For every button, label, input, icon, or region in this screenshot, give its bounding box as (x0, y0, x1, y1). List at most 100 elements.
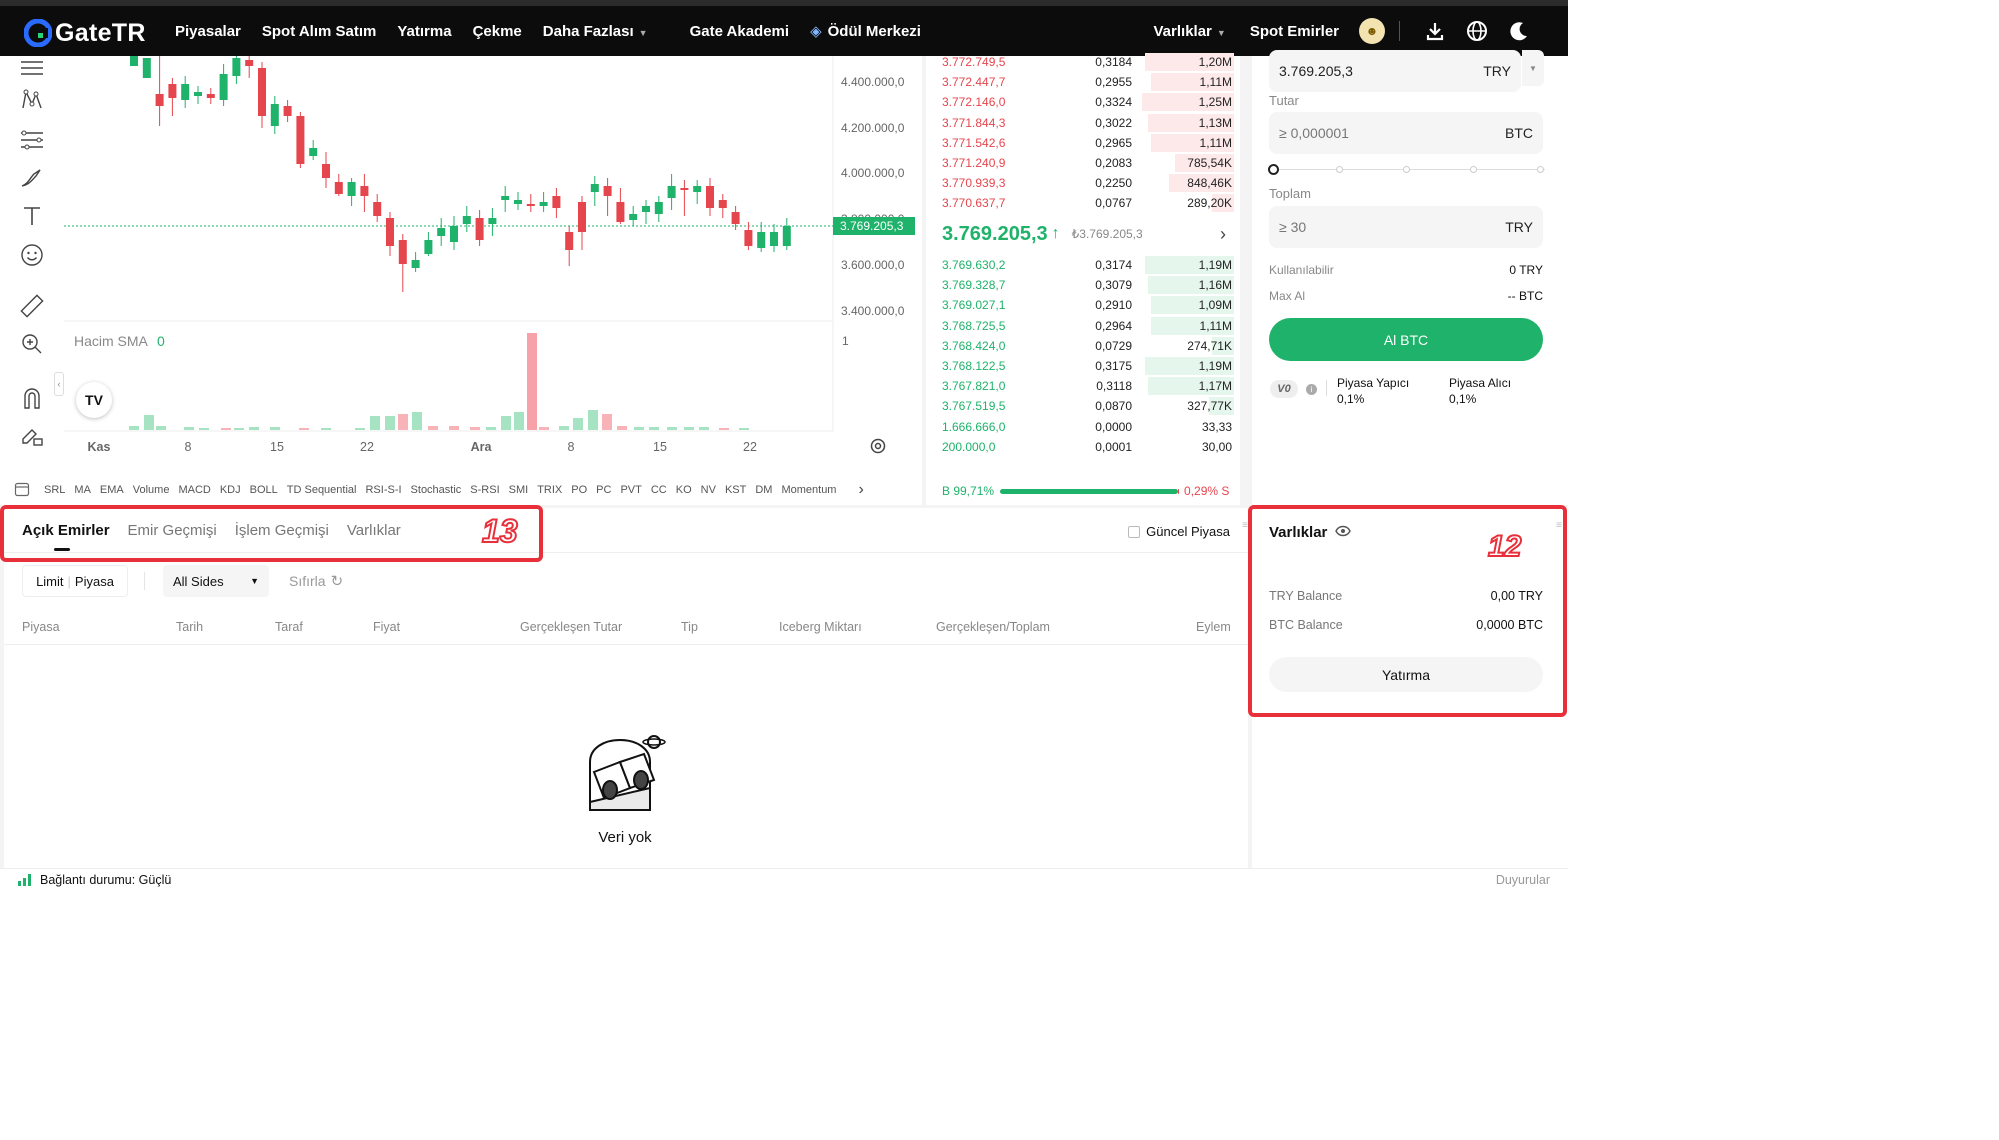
indicator-trix[interactable]: TRIX (537, 484, 562, 496)
zoom-in-icon[interactable] (18, 330, 46, 358)
slider-step[interactable] (1470, 166, 1477, 173)
indicator-pc[interactable]: PC (596, 484, 611, 496)
current-market-toggle[interactable]: Güncel Piyasa (1128, 524, 1230, 539)
indicator-cc[interactable]: CC (651, 484, 667, 496)
chart-settings-icon[interactable] (868, 436, 888, 456)
candle-body (270, 104, 279, 126)
ask-row[interactable]: 3.772.749,5 0,3184 1,20M (926, 52, 1234, 72)
bid-row[interactable]: 3.768.122,5 0,3175 1,19M (926, 356, 1234, 376)
candlestick-chart[interactable]: 4.400.000,04.200.000,04.000.000,03.800.0… (64, 56, 922, 476)
indicator-volume[interactable]: Volume (133, 484, 170, 496)
sides-select[interactable]: All Sides ▼ (163, 565, 269, 597)
indicator-kst[interactable]: KST (725, 484, 746, 496)
nav-markets[interactable]: Piyasalar (175, 23, 241, 40)
menu-lines-icon[interactable] (18, 54, 46, 82)
indicator-po[interactable]: PO (571, 484, 587, 496)
fib-tool-icon[interactable] (18, 126, 46, 154)
last-price-row[interactable]: 3.769.205,3 ↑ ₺3.769.205,3 › (942, 219, 1236, 249)
ask-row[interactable]: 3.770.939,3 0,2250 848,46K (926, 173, 1234, 193)
indicator-dm[interactable]: DM (755, 484, 772, 496)
nav-academy[interactable]: Gate Akademi (690, 23, 790, 40)
globe-icon[interactable] (1466, 20, 1488, 42)
bid-row[interactable]: 3.767.519,5 0,0870 327,77K (926, 396, 1234, 416)
order-amount: 0,3184 (1095, 55, 1132, 69)
collapse-toolbar-handle[interactable]: ‹ (54, 372, 64, 396)
indicator-stochastic[interactable]: Stochastic (411, 484, 462, 496)
indicator-td-sequential[interactable]: TD Sequential (287, 484, 357, 496)
bid-row[interactable]: 1.666.666,0 0,0000 33,33 (926, 417, 1234, 437)
avatar[interactable]: ☻ (1359, 18, 1385, 44)
slider-step[interactable] (1403, 166, 1410, 173)
bid-row[interactable]: 3.767.821,0 0,3118 1,17M (926, 376, 1234, 396)
bid-row[interactable]: 3.768.725,5 0,2964 1,11M (926, 316, 1234, 336)
announcements-link[interactable]: Duyurular (1496, 873, 1550, 887)
order-type-filter[interactable]: Limit | Piyasa (22, 565, 128, 597)
indicator-kdj[interactable]: KDJ (220, 484, 241, 496)
indicator-rsi-s-i[interactable]: RSI-S-I (365, 484, 401, 496)
indicator-smi[interactable]: SMI (509, 484, 529, 496)
order-price: 3.769.027,1 (942, 298, 1006, 313)
reset-button[interactable]: Sıfırla ↻ (289, 572, 343, 590)
ask-row[interactable]: 3.772.447,7 0,2955 1,11M (926, 72, 1234, 92)
emoji-icon[interactable] (18, 241, 46, 269)
moon-icon[interactable] (1508, 20, 1530, 42)
pattern-tool-icon[interactable] (18, 86, 46, 114)
chevron-right-icon[interactable]: › (858, 481, 863, 499)
filter-limit[interactable]: Limit (36, 574, 63, 589)
brush-icon[interactable] (18, 164, 46, 192)
time-tick-label: 22 (743, 440, 757, 454)
indicator-srl[interactable]: SRL (44, 484, 65, 496)
indicator-ko[interactable]: KO (676, 484, 692, 496)
slider-step[interactable] (1336, 166, 1343, 173)
indicator-ma[interactable]: MA (74, 484, 91, 496)
filter-market[interactable]: Piyasa (75, 574, 114, 589)
slider-step[interactable] (1537, 166, 1544, 173)
bid-row[interactable]: 3.769.027,1 0,2910 1,09M (926, 295, 1234, 315)
bid-row[interactable]: 3.769.328,7 0,3079 1,16M (926, 275, 1234, 295)
nav-withdraw[interactable]: Çekme (473, 23, 522, 40)
ask-row[interactable]: 3.771.542,6 0,2965 1,11M (926, 133, 1234, 153)
nav-spot-orders[interactable]: Spot Emirler (1250, 23, 1339, 40)
nav-rewards[interactable]: ◈ Ödül Merkezi (810, 22, 921, 40)
checkbox[interactable] (1128, 525, 1141, 538)
price-chart[interactable]: 4.400.000,04.200.000,04.000.000,03.800.0… (54, 56, 922, 506)
info-icon[interactable]: i (1306, 384, 1317, 395)
gatetr-logo[interactable]: GateTR (24, 18, 146, 48)
buy-btc-button[interactable]: Al BTC (1269, 318, 1543, 361)
volume-bar (501, 416, 511, 430)
ask-row[interactable]: 3.771.844,3 0,3022 1,13M (926, 113, 1234, 133)
indicator-pvt[interactable]: PVT (620, 484, 641, 496)
nav-deposit[interactable]: Yatırma (397, 23, 451, 40)
nav-assets[interactable]: Varlıklar ▼ (1154, 23, 1226, 40)
price-unit-dropdown[interactable]: ▼ (1522, 50, 1544, 86)
text-tool-icon[interactable] (18, 202, 46, 230)
bid-row[interactable]: 3.769.630,2 0,3174 1,19M (926, 255, 1234, 275)
nav-more[interactable]: Daha Fazlası ▼ (543, 23, 669, 40)
indicator-nv[interactable]: NV (701, 484, 716, 496)
ask-row[interactable]: 3.772.146,0 0,3324 1,25M (926, 92, 1234, 112)
chevron-right-icon[interactable]: › (1220, 224, 1226, 245)
vip-badge[interactable]: V0 (1270, 380, 1298, 398)
calendar-icon[interactable] (14, 481, 30, 500)
price-input[interactable]: 3.769.205,3 TRY (1269, 50, 1521, 92)
magnet-icon[interactable] (18, 384, 46, 412)
download-icon[interactable] (1424, 20, 1446, 42)
amount-slider[interactable] (1268, 164, 1545, 176)
indicator-s-rsi[interactable]: S-RSI (470, 484, 499, 496)
total-input[interactable]: ≥ 30 TRY (1269, 206, 1543, 248)
amount-input[interactable]: ≥ 0,000001 BTC (1269, 112, 1543, 154)
amount-placeholder: ≥ 0,000001 (1279, 125, 1349, 141)
indicator-ema[interactable]: EMA (100, 484, 124, 496)
bid-row[interactable]: 3.768.424,0 0,0729 274,71K (926, 336, 1234, 356)
lock-drawing-icon[interactable] (18, 422, 46, 450)
slider-handle[interactable] (1268, 164, 1279, 175)
indicator-momentum[interactable]: Momentum (781, 484, 836, 496)
ask-row[interactable]: 3.770.637,7 0,0767 289,20K (926, 193, 1234, 213)
ruler-icon[interactable] (18, 292, 46, 320)
indicator-boll[interactable]: BOLL (250, 484, 278, 496)
bid-row[interactable]: 200.000,0 0,0001 30,00 (926, 437, 1234, 457)
ask-row[interactable]: 3.771.240,9 0,2083 785,54K (926, 153, 1234, 173)
tradingview-badge[interactable]: TV (76, 382, 112, 418)
indicator-macd[interactable]: MACD (178, 484, 210, 496)
nav-spot-trading[interactable]: Spot Alım Satım (262, 23, 376, 40)
